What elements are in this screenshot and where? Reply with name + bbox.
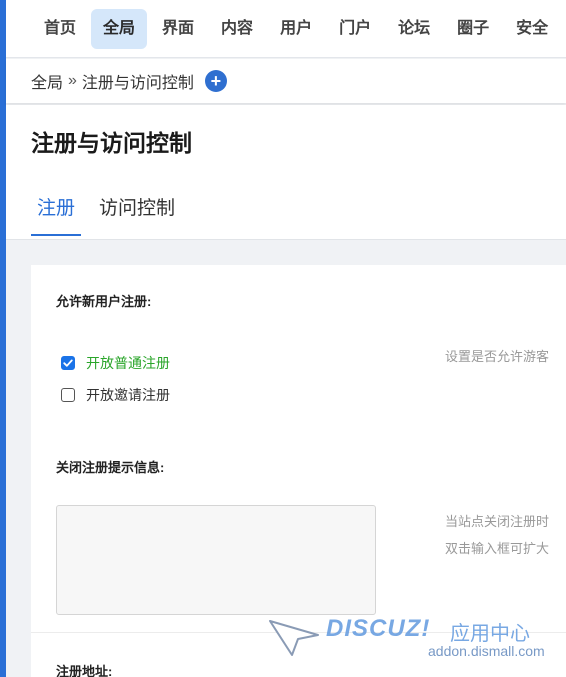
allow-register-hint: 设置是否允许游客 (445, 349, 550, 364)
nav-item-portal[interactable]: 门户 (327, 9, 383, 49)
breadcrumb: 全局 » 注册与访问控制 + (6, 59, 566, 103)
closed-message-label: 关闭注册提示信息: (56, 460, 165, 475)
nav-item-users[interactable]: 用户 (268, 9, 324, 49)
closed-message-hint-line2: 双击输入框可扩大 (445, 541, 550, 556)
plus-circle-icon[interactable]: + (204, 70, 227, 92)
breadcrumb-separator: » (68, 72, 77, 89)
watermark-url: addon.dismall.com (428, 643, 545, 659)
nav-item-groups[interactable]: 圈子 (445, 9, 501, 49)
nav-item-security[interactable]: 安全 (504, 9, 560, 49)
breadcrumb-root[interactable]: 全局 (31, 69, 63, 93)
register-url-label: 注册地址: (56, 664, 113, 677)
watermark-brand: DISCUZ! (326, 615, 431, 642)
top-navigation: 首页 全局 界面 内容 用户 门户 论坛 圈子 安全 (6, 0, 566, 58)
nav-item-global[interactable]: 全局 (91, 8, 148, 49)
option-invite-register-label[interactable]: 开放邀请注册 (86, 385, 170, 405)
tab-access-control[interactable]: 访问控制 (93, 185, 181, 236)
option-invite-register[interactable]: 开放邀请注册 (61, 385, 170, 405)
breadcrumb-current: 注册与访问控制 (81, 75, 194, 92)
page-title: 注册与访问控制 (31, 130, 192, 156)
watermark-subtitle: 应用中心 (450, 623, 530, 645)
nav-item-forum[interactable]: 论坛 (386, 9, 442, 49)
option-open-register-label[interactable]: 开放普通注册 (86, 353, 170, 373)
watermark: DISCUZ! 应用中心 addon.dismall.com (268, 615, 558, 671)
tab-register[interactable]: 注册 (31, 185, 82, 236)
nav-item-content[interactable]: 内容 (209, 9, 265, 49)
nav-item-interface[interactable]: 界面 (150, 9, 206, 49)
cursor-arrow-icon (269, 620, 319, 656)
closed-message-hint-line1: 当站点关闭注册时 (445, 514, 550, 529)
allow-register-label: 允许新用户注册: (56, 294, 152, 309)
checkbox-checked-icon[interactable] (61, 356, 75, 370)
checkbox-unchecked-icon[interactable] (61, 388, 75, 402)
page-header: 注册与访问控制 注册 访问控制 (6, 105, 566, 240)
nav-item-home[interactable]: 首页 (32, 9, 88, 49)
tab-bar: 注册 访问控制 (31, 185, 193, 236)
option-open-register[interactable]: 开放普通注册 (61, 353, 170, 373)
closed-message-textarea[interactable] (56, 505, 376, 615)
